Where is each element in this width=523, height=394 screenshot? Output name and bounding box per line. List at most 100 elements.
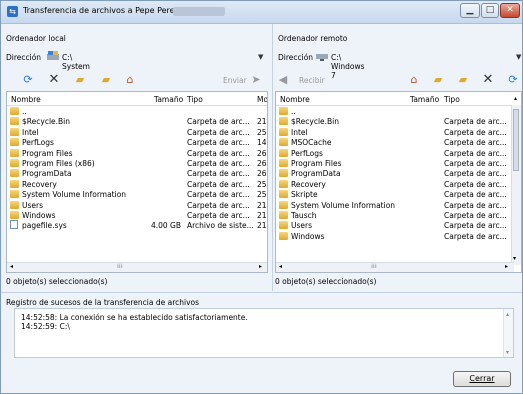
cell-type: Carpeta de arc... — [187, 169, 250, 179]
table-row[interactable]: .. — [276, 106, 521, 116]
cell-type: Carpeta de arc... — [444, 190, 507, 200]
delete-icon[interactable]: ✕ — [481, 73, 495, 87]
log-scrollbar[interactable]: ▴ ▾ — [503, 309, 513, 357]
table-row[interactable]: System Volume Information Carpeta de arc.… — [7, 189, 267, 199]
folder-up-icon — [279, 107, 288, 115]
receive-button[interactable]: Recibir — [299, 76, 325, 85]
folder-icon — [279, 200, 288, 209]
scroll-right-icon[interactable]: ▸ — [259, 263, 262, 270]
home-icon[interactable]: ⌂ — [407, 73, 421, 87]
scroll-down-icon[interactable]: ▾ — [506, 349, 509, 356]
local-file-list[interactable]: Nombre Tamaño Tipo Moc ..$Recycle.Bin Car… — [6, 91, 268, 273]
scroll-grip-icon[interactable]: ⁞⁞⁞ — [117, 263, 123, 270]
table-row[interactable]: PerfLogs Carpeta de arc... 14.0 — [7, 137, 267, 147]
table-row[interactable]: ProgramData Carpeta de arc... — [276, 168, 521, 178]
remote-toolbar: ◀ Recibir ⌂ ▰ ▰ ✕ ⟳ — [273, 71, 523, 89]
table-row[interactable]: pagefile.sys 4.00 GB Archivo de siste... 21… — [7, 220, 267, 230]
folder-icon — [279, 169, 288, 178]
folder-up-icon[interactable]: ▰ — [431, 73, 445, 87]
col-size[interactable]: Tamaño — [410, 95, 439, 104]
cell-mod: 21. — [257, 200, 268, 210]
cell-type: Carpeta de arc... — [444, 179, 507, 189]
remote-file-list[interactable]: Nombre Tamaño Tipo ▴ .. $Recycle.Bin Carpe… — [275, 91, 522, 273]
table-row[interactable]: System Volume Information Carpeta de arc.… — [276, 200, 521, 210]
folder-icon — [279, 231, 288, 240]
cell-name: PerfLogs — [291, 148, 323, 158]
table-row[interactable]: $Recycle.Bin Carpeta de arc... 21. — [7, 116, 267, 126]
cell-name: Intel — [22, 127, 39, 137]
table-row[interactable]: Users Carpeta de arc... — [276, 220, 521, 230]
new-folder-icon[interactable]: ▰ — [456, 73, 470, 87]
table-row[interactable]: Recovery Carpeta de arc... 25. — [7, 179, 267, 189]
file-transfer-window: ⇆ Transferencia de archivos a Pepe Perez… — [0, 0, 523, 394]
cell-type: Carpeta de arc... — [187, 159, 250, 168]
table-row[interactable]: MSOCache Carpeta de arc... — [276, 137, 521, 147]
scroll-grip-icon[interactable]: ⁞⁞⁞ — [371, 263, 377, 270]
scroll-left-icon[interactable]: ◂ — [279, 263, 282, 270]
table-row[interactable]: Tausch Carpeta de arc... — [276, 210, 521, 220]
table-row[interactable]: Program Files (x86) Carpeta de arc... 26. — [7, 158, 267, 168]
home-icon[interactable]: ⌂ — [123, 73, 137, 87]
table-row[interactable]: Windows Carpeta de arc... 21. — [7, 210, 267, 220]
table-row[interactable]: Windows Carpeta de arc... — [276, 231, 521, 241]
local-dir-value[interactable]: C:\ System — [62, 53, 90, 71]
horizontal-scrollbar[interactable]: ◂ ⁞⁞⁞ ▸ — [276, 262, 514, 272]
scroll-up-icon[interactable]: ▴ — [514, 95, 517, 102]
minimize-button[interactable]: ▁ — [460, 3, 480, 18]
log-line: 14:52:59: C:\ — [21, 322, 70, 331]
refresh-icon[interactable]: ⟳ — [506, 73, 520, 87]
cell-name: $Recycle.Bin — [291, 117, 340, 127]
table-row[interactable]: Intel Carpeta de arc... — [276, 127, 521, 137]
table-row[interactable]: ProgramData Carpeta de arc... 26. — [7, 168, 267, 178]
close-window-button[interactable]: ✕ — [500, 3, 520, 18]
close-dialog-button[interactable]: Cerrar — [453, 371, 511, 387]
col-name[interactable]: Nombre — [280, 95, 310, 104]
col-modified[interactable]: Moc — [257, 95, 267, 104]
col-size[interactable]: Tamaño — [154, 95, 183, 104]
scroll-down-icon[interactable]: ▾ — [513, 255, 516, 262]
receive-arrow-icon[interactable]: ◀ — [276, 73, 290, 87]
vertical-scrollbar[interactable]: ▾ — [511, 105, 521, 265]
send-button[interactable]: Enviar — [223, 76, 247, 85]
remote-column-header: Nombre Tamaño Tipo ▴ — [276, 92, 521, 106]
table-row[interactable]: Skripte Carpeta de arc... — [276, 189, 521, 199]
horizontal-scrollbar[interactable]: ◂ ⁞⁞⁞ ▸ — [7, 262, 267, 272]
cell-type: Carpeta de arc... — [444, 231, 507, 241]
table-row[interactable]: Users Carpeta de arc... 21. — [7, 200, 267, 210]
cell-type: Carpeta de arc... — [444, 127, 507, 137]
table-row[interactable]: Program Files Carpeta de arc... 26. — [7, 148, 267, 158]
cell-mod: 25. — [257, 127, 268, 137]
table-row[interactable]: .. — [7, 106, 267, 116]
chevron-down-icon[interactable]: ▼ — [516, 53, 521, 61]
log-title: Registro de sucesos de la transferencia … — [6, 298, 200, 307]
chevron-down-icon[interactable]: ▼ — [258, 53, 263, 61]
send-arrow-icon[interactable]: ➤ — [249, 73, 263, 87]
refresh-icon[interactable]: ⟳ — [21, 73, 35, 87]
cell-type: Carpeta de arc... — [444, 117, 507, 127]
log-box[interactable]: 14:52:58: La conexión se ha establecido … — [14, 308, 514, 358]
remote-status: 0 objeto(s) seleccionado(s) — [275, 277, 377, 286]
folder-up-icon — [10, 107, 19, 115]
table-row[interactable]: Program Files Carpeta de arc... — [276, 158, 521, 168]
cell-type: Carpeta de arc... — [444, 138, 507, 148]
scroll-up-icon[interactable]: ▴ — [506, 311, 509, 318]
table-row[interactable]: Recovery Carpeta de arc... — [276, 179, 521, 189]
col-name[interactable]: Nombre — [11, 95, 41, 104]
cell-type: Carpeta de arc... — [444, 169, 507, 179]
folder-up-icon[interactable]: ▰ — [73, 73, 87, 87]
scroll-right-icon[interactable]: ▸ — [505, 263, 508, 270]
table-row[interactable]: PerfLogs Carpeta de arc... — [276, 148, 521, 158]
col-type[interactable]: Tipo — [444, 95, 460, 104]
table-row[interactable]: Intel Carpeta de arc... 25. — [7, 127, 267, 137]
col-type[interactable]: Tipo — [187, 95, 203, 104]
cell-name: Skripte — [291, 190, 318, 200]
maximize-button[interactable]: □ — [481, 3, 499, 18]
folder-icon — [279, 179, 288, 188]
scroll-thumb[interactable] — [513, 109, 519, 171]
delete-icon[interactable]: ✕ — [47, 73, 61, 87]
folder-icon — [279, 127, 288, 136]
table-row[interactable]: $Recycle.Bin Carpeta de arc... — [276, 116, 521, 126]
cell-type: Carpeta de arc... — [444, 159, 507, 168]
new-folder-icon[interactable]: ▰ — [99, 73, 113, 87]
scroll-left-icon[interactable]: ◂ — [10, 263, 13, 270]
